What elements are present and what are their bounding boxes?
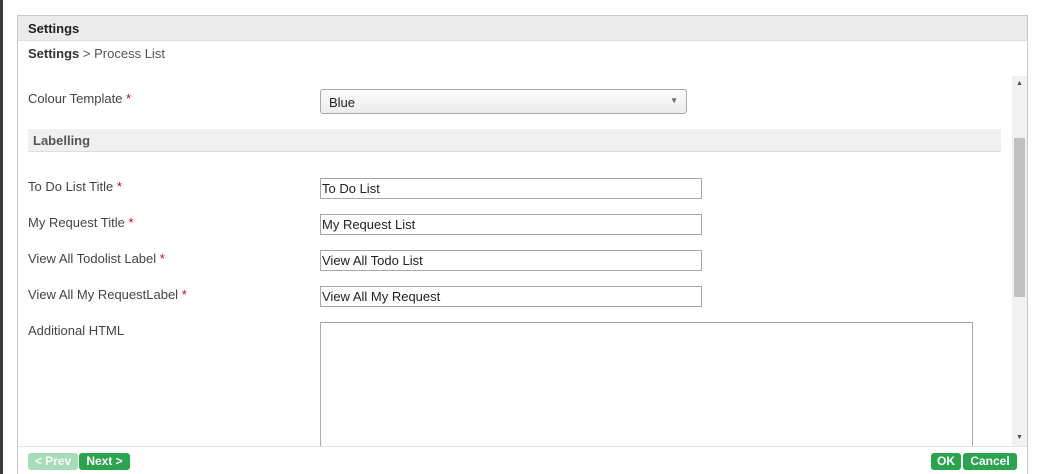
- page: Settings Settings > Process List Colour …: [0, 0, 1045, 474]
- window-edge: [0, 0, 3, 474]
- required-mark: *: [159, 251, 165, 266]
- dialog-title: Settings: [28, 21, 80, 36]
- colour-template-value: Blue: [329, 95, 356, 110]
- request-title-label: My Request Title *: [28, 215, 134, 230]
- additional-html-label: Additional HTML: [28, 323, 124, 338]
- settings-dialog: Settings Settings > Process List Colour …: [17, 15, 1028, 474]
- scrollbar-thumb[interactable]: [1014, 138, 1025, 297]
- todo-title-label: To Do List Title *: [28, 179, 122, 194]
- required-mark: *: [116, 179, 122, 194]
- additional-html-label-text: Additional HTML: [28, 323, 125, 338]
- colour-template-label: Colour Template *: [28, 91, 131, 106]
- view-all-todo-input[interactable]: [320, 250, 702, 271]
- prev-button[interactable]: < Prev: [28, 453, 78, 470]
- view-all-request-input[interactable]: [320, 286, 702, 307]
- todo-title-input[interactable]: [320, 178, 702, 199]
- view-all-request-label: View All My RequestLabel *: [28, 287, 187, 302]
- ok-button[interactable]: OK: [931, 453, 961, 470]
- scroll-down-arrow-icon[interactable]: ▼: [1012, 430, 1027, 446]
- breadcrumb-separator: >: [79, 46, 95, 61]
- dialog-header: Settings: [18, 16, 1027, 41]
- chevron-down-icon: ▼: [670, 96, 678, 105]
- required-mark: *: [126, 91, 132, 106]
- scroll-up-arrow-icon[interactable]: ▲: [1012, 76, 1027, 92]
- dialog-footer: < Prev Next > OK Cancel: [18, 446, 1027, 474]
- view-all-todo-label: View All Todolist Label *: [28, 251, 165, 266]
- labelling-section-header: Labelling: [28, 129, 1001, 152]
- section-title: Labelling: [33, 133, 91, 148]
- request-title-label-text: My Request Title: [28, 215, 125, 230]
- breadcrumb-current: Process List: [94, 46, 165, 61]
- required-mark: *: [128, 215, 134, 230]
- breadcrumb-root[interactable]: Settings: [28, 46, 79, 61]
- next-button[interactable]: Next >: [79, 453, 130, 470]
- colour-template-label-text: Colour Template: [28, 91, 123, 106]
- breadcrumb: Settings > Process List: [28, 46, 165, 61]
- view-all-request-label-text: View All My RequestLabel: [28, 287, 179, 302]
- todo-title-label-text: To Do List Title: [28, 179, 114, 194]
- content-scrollbar[interactable]: ▲ ▼: [1012, 76, 1027, 446]
- request-title-input[interactable]: [320, 214, 702, 235]
- view-all-todo-label-text: View All Todolist Label: [28, 251, 157, 266]
- required-mark: *: [181, 287, 187, 302]
- cancel-button[interactable]: Cancel: [963, 453, 1017, 470]
- form-content: Colour Template * Blue ▼ Labelling To Do…: [18, 76, 1011, 446]
- colour-template-select[interactable]: Blue ▼: [320, 89, 687, 114]
- additional-html-textarea[interactable]: [320, 322, 973, 446]
